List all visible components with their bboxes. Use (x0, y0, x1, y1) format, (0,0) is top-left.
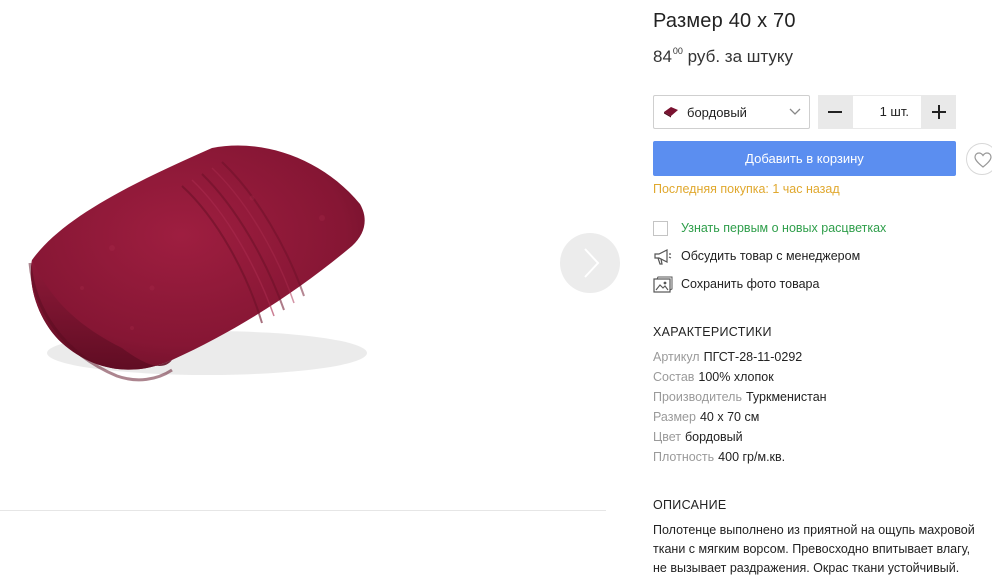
chevron-down-icon (789, 108, 801, 115)
color-swatch-icon (664, 107, 678, 118)
price-cents: 00 (672, 46, 683, 56)
quantity-decrease-button[interactable] (818, 95, 852, 129)
description-line: ткани с мягким ворсом. Превосходно впиты… (653, 542, 971, 556)
spec-value: 400 гр/м.кв. (718, 450, 786, 464)
spec-value: ПГСТ-28-11-0292 (703, 350, 803, 364)
spec-key: Размер (653, 410, 696, 424)
spec-value: бордовый (685, 430, 743, 444)
add-to-cart-button[interactable]: Добавить в корзину (653, 141, 956, 176)
notify-colors-link[interactable]: Узнать первым о новых расцветках (681, 221, 886, 235)
product-image (28, 145, 367, 382)
image-icon (653, 276, 673, 293)
spec-key: Артикул (653, 350, 700, 364)
spec-row: Цвет бордовый (653, 430, 743, 444)
color-select-value: бордовый (687, 105, 747, 120)
section-divider (0, 510, 606, 511)
quantity-input[interactable]: 1 шт. (852, 95, 922, 129)
spec-row: Размер 40 х 70 см (653, 410, 759, 424)
description-line: не вызывает раздражения. Окрас ткани уст… (653, 561, 960, 575)
last-purchase-note: Последняя покупка: 1 час назад (653, 182, 840, 196)
spec-row: Плотность 400 гр/м.кв. (653, 450, 785, 464)
megaphone-icon (654, 249, 672, 265)
characteristics-heading: ХАРАКТЕРИСТИКИ (653, 325, 772, 339)
notify-colors-checkbox[interactable] (653, 221, 668, 236)
price-main: 84 (653, 47, 672, 66)
discuss-with-manager-link[interactable]: Обсудить товар с менеджером (681, 249, 860, 263)
description-heading: ОПИСАНИЕ (653, 498, 727, 512)
heart-icon (974, 152, 992, 168)
save-photo-link[interactable]: Сохранить фото товара (681, 277, 819, 291)
spec-key: Цвет (653, 430, 682, 444)
spec-value: Туркменистан (745, 390, 827, 404)
spec-value: 100% хлопок (698, 370, 774, 384)
spec-row: Состав 100% хлопок (653, 370, 774, 384)
spec-row: Артикул ПГСТ-28-11-0292 (653, 350, 802, 364)
quantity-increase-button[interactable] (922, 95, 956, 129)
price-unit: руб. за штуку (687, 47, 794, 66)
color-select[interactable]: бордовый (653, 95, 810, 129)
spec-key: Состав (653, 370, 695, 384)
spec-key: Плотность (653, 450, 715, 464)
wishlist-button[interactable] (966, 143, 992, 175)
description-line: Полотенце выполнено из приятной на ощупь… (653, 523, 975, 537)
product-price: 8400 руб. за штуку (653, 46, 793, 67)
chevron-right-icon (584, 248, 600, 278)
spec-key: Производитель (653, 390, 742, 404)
next-image-button[interactable] (560, 233, 620, 293)
minus-icon (828, 111, 842, 113)
spec-value: 40 х 70 см (699, 410, 760, 424)
product-title: Размер 40 х 70 (653, 10, 796, 32)
spec-row: Производитель Туркменистан (653, 390, 827, 404)
